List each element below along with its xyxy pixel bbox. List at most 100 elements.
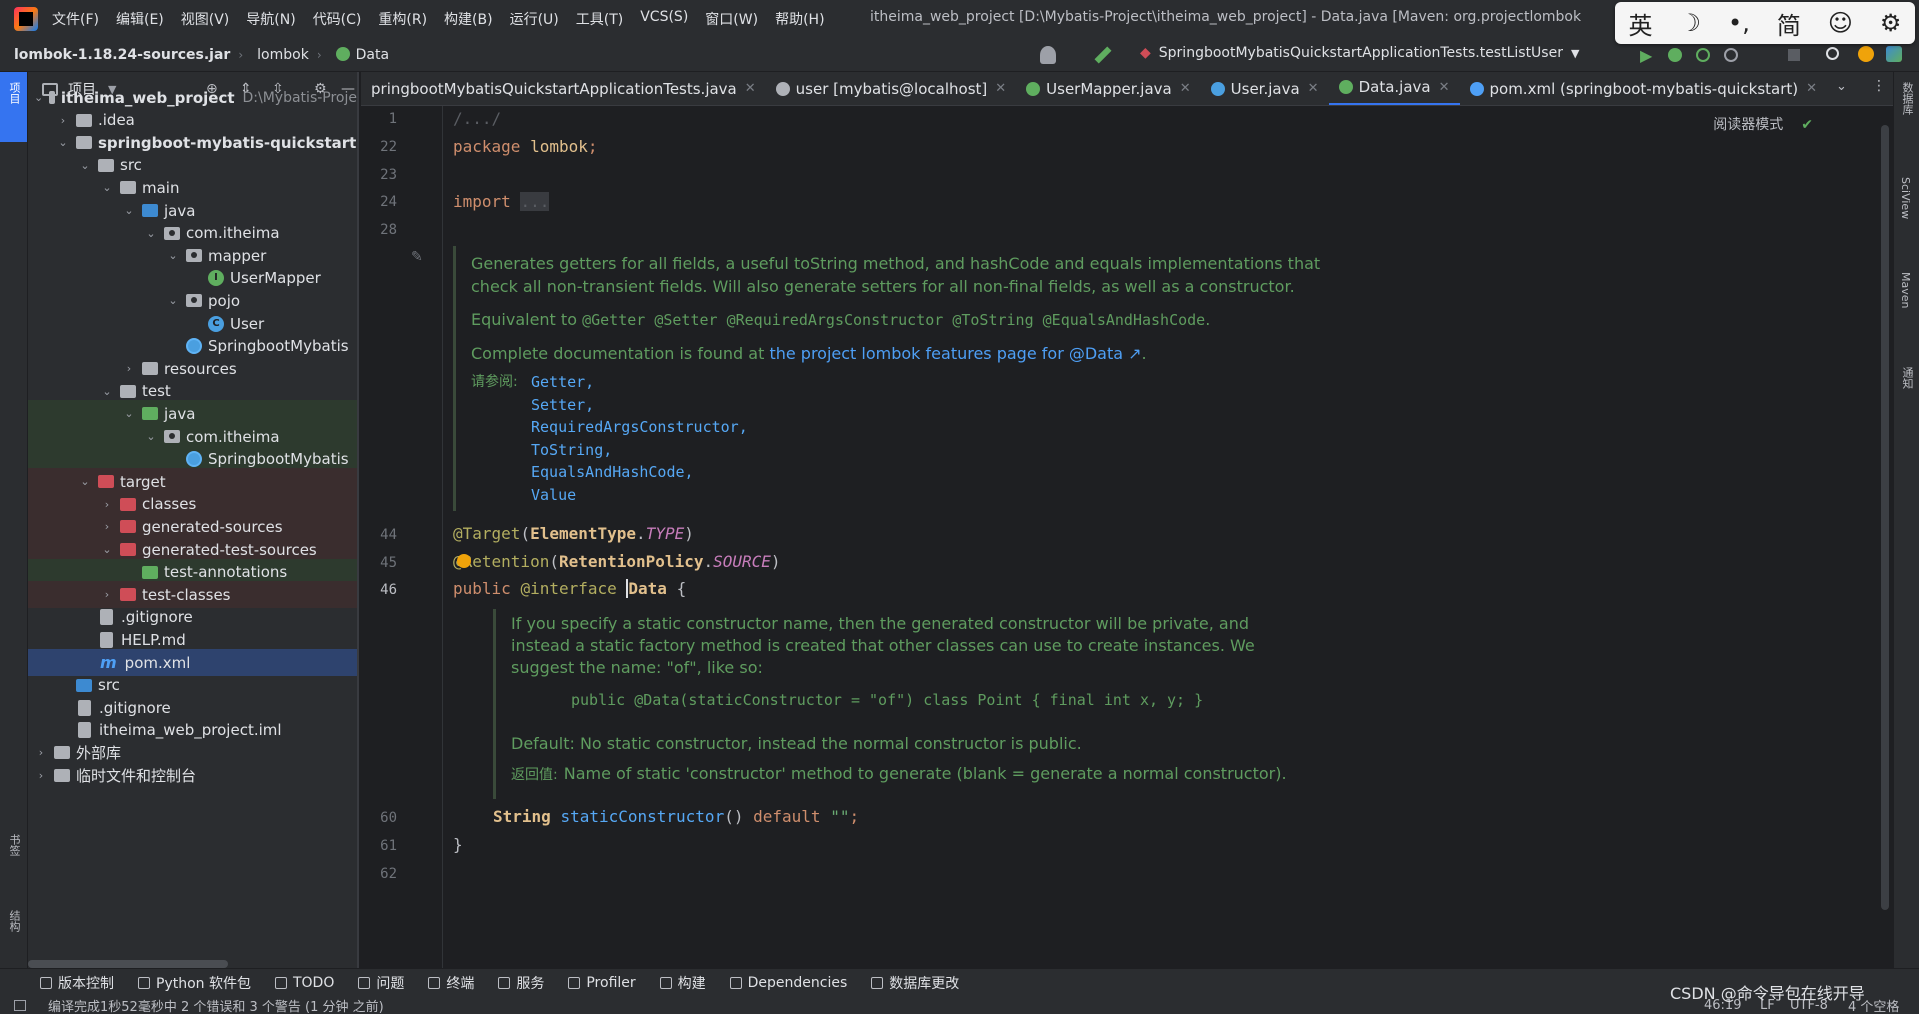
chevron-down-icon[interactable]: ⌄ [122,407,136,420]
see-also-link[interactable]: RequiredArgsConstructor, [531,416,748,439]
reader-mode-toggle[interactable]: 阅读器模式 ✔ [1713,114,1813,134]
chevron-right-icon[interactable]: › [100,588,114,601]
maven-tool-button[interactable]: Maven [1899,272,1912,308]
chevron-right-icon[interactable]: › [34,769,48,782]
chevron-right-icon[interactable]: › [56,114,70,127]
chevron-down-icon[interactable]: ⌄ [100,543,114,556]
see-also-link[interactable]: Getter, [531,371,748,394]
editor-tab[interactable]: Data.java ✕ [1328,72,1460,105]
chevron-down-icon[interactable]: ⌄ [122,204,136,217]
ime-mode-button[interactable]: 英 [1629,6,1653,41]
chevron-down-icon[interactable]: ⌄ [144,430,158,443]
folded-header-comment[interactable]: /.../ [453,109,501,128]
menu-item[interactable]: 文件(F) [52,9,99,29]
menu-item[interactable]: 构建(B) [444,9,493,29]
folded-imports[interactable]: ... [520,192,550,211]
run-config-selector[interactable]: ◆ SpringbootMybatisQuickstartApplicationT… [1140,45,1579,61]
tree-scrollbar[interactable] [28,960,228,968]
close-icon[interactable]: ✕ [745,81,756,96]
menu-item[interactable]: 视图(V) [181,9,230,29]
editor-scrollbar[interactable] [1881,125,1889,910]
coverage-icon[interactable] [1696,48,1710,62]
menu-item[interactable]: 编辑(E) [116,9,164,29]
tool-window-button[interactable]: Python 软件包 [138,973,251,993]
chevron-down-icon[interactable]: ⌄ [56,136,70,149]
intention-bulb-icon[interactable] [457,554,471,568]
editor-tab[interactable]: UserMapper.java ✕ [1016,72,1201,105]
database-tool-button[interactable]: 数据库 [1899,82,1915,115]
chevron-right-icon[interactable]: › [100,520,114,533]
chevron-down-icon[interactable]: ⌄ [100,385,114,398]
chevron-down-icon[interactable]: ⌄ [78,159,92,172]
chevron-down-icon[interactable]: ⌄ [144,227,158,240]
code-line-60[interactable]: String staticConstructor() default ""; [493,807,859,826]
tool-window-button[interactable]: 数据库更改 [871,973,959,993]
breadcrumb-package[interactable]: lombok [257,47,309,63]
close-icon[interactable]: ✕ [1439,80,1450,95]
chevron-right-icon[interactable]: › [34,746,48,759]
user-icon[interactable] [1040,46,1056,64]
plugin-icon[interactable] [1886,46,1902,62]
chevron-down-icon[interactable]: ⌄ [166,249,180,262]
see-also-link[interactable]: Setter, [531,394,748,417]
editor-tab[interactable]: pom.xml (springboot-mybatis-quickstart) ✕ [1460,72,1828,105]
tab-list-chevron-icon[interactable]: ⌄ [1836,79,1847,94]
chevron-right-icon[interactable]: › [122,362,136,375]
build-hammer-icon[interactable] [1094,46,1112,64]
see-also-link[interactable]: EqualsAndHashCode, [531,461,748,484]
tool-window-button[interactable]: Dependencies [729,975,847,991]
editor-tab[interactable]: pringbootMybatisQuickstartApplicationTes… [361,72,766,105]
chevron-down-icon[interactable]: ⌄ [34,91,43,104]
update-icon[interactable] [1858,46,1874,62]
debug-icon[interactable] [1668,48,1682,62]
chevron-down-icon[interactable]: ⌄ [166,294,180,307]
tree-item[interactable]: › 临时文件和控制台 [28,762,357,789]
close-icon[interactable]: ✕ [1180,81,1191,96]
code-line-24[interactable]: import ... [453,192,550,211]
breadcrumb-jar[interactable]: lombok-1.18.24-sources.jar [14,47,230,63]
search-icon[interactable] [1826,47,1839,60]
breadcrumb-class[interactable]: Data [335,46,389,63]
menu-item[interactable]: 导航(N) [246,9,295,29]
tool-window-button[interactable]: 终端 [428,973,474,993]
menu-item[interactable]: 窗口(W) [705,9,758,29]
notifications-tool-button[interactable]: 通知 [1899,367,1915,389]
emoji-icon[interactable]: ☺ [1828,9,1853,37]
close-icon[interactable]: ✕ [995,81,1006,96]
sciview-tool-button[interactable]: SciView [1899,177,1912,219]
ime-simplified-button[interactable]: 简 [1777,6,1801,41]
menu-item[interactable]: 工具(T) [576,9,623,29]
lombok-features-link[interactable]: the project lombok features page for @Da… [769,344,1141,363]
tool-window-button[interactable]: TODO [274,975,334,991]
see-also-link[interactable]: Value [531,484,748,507]
chevron-down-icon[interactable]: ⌄ [78,475,92,488]
moon-icon[interactable]: ☽ [1680,9,1702,37]
tool-window-button[interactable]: 版本控制 [40,973,114,993]
menu-item[interactable]: 运行(U) [510,9,559,29]
chevron-right-icon[interactable]: › [100,498,114,511]
status-message[interactable]: 编译完成1秒52毫秒中 2 个错误和 3 个警告 (1 分钟 之前) [48,996,384,1014]
structure-tool-button[interactable]: 结构 [6,910,22,932]
code-editor[interactable]: 阅读器模式 ✔ /.../ package lombok; import ... … [443,106,1883,968]
project-tool-button[interactable]: 项目 [6,82,22,104]
editor-tab[interactable]: User.java ✕ [1201,72,1329,105]
layout-toggle-icon[interactable] [14,999,26,1011]
editor-tab[interactable]: user [mybatis@localhost] ✕ [766,72,1017,105]
stop-icon[interactable] [1788,49,1800,61]
bookmarks-tool-button[interactable]: 书签 [6,834,22,856]
chevron-down-icon[interactable]: ⌄ [100,181,114,194]
tool-window-button[interactable]: Profiler [568,975,636,991]
tool-window-button[interactable]: 问题 [358,973,404,993]
run-icon[interactable]: ▶ [1640,46,1658,65]
code-line-1[interactable]: /.../ [453,109,501,128]
code-line-45[interactable]: @Retention(RetentionPolicy.SOURCE) [453,552,781,571]
menu-item[interactable]: 重构(R) [378,9,427,29]
tool-window-button[interactable]: 服务 [498,973,544,993]
close-icon[interactable]: ✕ [1308,81,1319,96]
menu-item[interactable]: 帮助(H) [775,9,824,29]
app-logo-icon[interactable] [14,7,38,31]
close-icon[interactable]: ✕ [1806,81,1817,96]
punctuation-icon[interactable]: •, [1728,9,1750,37]
ime-settings-icon[interactable]: ⚙ [1880,9,1902,37]
code-line-22[interactable]: package lombok; [453,137,598,156]
